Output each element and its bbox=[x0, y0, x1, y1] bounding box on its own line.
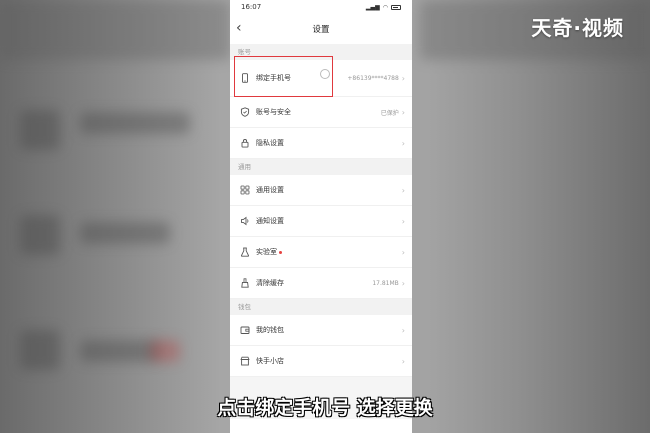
row-label: 账号与安全 bbox=[256, 108, 291, 116]
settings-row-shop[interactable]: 快手小店 › bbox=[230, 346, 412, 377]
back-icon[interactable]: ‹ bbox=[236, 19, 242, 37]
bottom-strip bbox=[230, 419, 412, 433]
settings-row-privacy[interactable]: 隐私设置 › bbox=[230, 128, 412, 159]
speaker-icon bbox=[239, 215, 251, 227]
wifi-icon: ◠ bbox=[382, 3, 388, 11]
phone-screen: 16:07 ▂▄▆ ◠ ‹ 设置 账号 绑定手机号 +86139****4788… bbox=[230, 0, 412, 433]
video-subtitle: 点击绑定手机号 选择更换 bbox=[217, 397, 433, 419]
settings-row-clear-cache[interactable]: 清除缓存 17.81MB › bbox=[230, 268, 412, 299]
row-label: 清除缓存 bbox=[256, 279, 284, 287]
row-label: 快手小店 bbox=[256, 357, 284, 365]
touch-indicator-icon bbox=[320, 69, 330, 79]
chevron-right-icon: › bbox=[401, 73, 405, 83]
row-label: 通知设置 bbox=[256, 217, 284, 225]
shop-icon bbox=[239, 355, 251, 367]
chevron-right-icon: › bbox=[401, 138, 405, 148]
new-dot-badge bbox=[279, 250, 282, 254]
chevron-right-icon: › bbox=[401, 107, 405, 117]
nav-bar: ‹ 设置 bbox=[230, 14, 412, 44]
flask-icon bbox=[239, 246, 251, 258]
chevron-right-icon: › bbox=[401, 216, 405, 226]
watermark: 天奇·视频 bbox=[531, 16, 624, 40]
row-label: 隐私设置 bbox=[256, 139, 284, 147]
settings-row-account-security[interactable]: 账号与安全 已保护 › bbox=[230, 97, 412, 128]
wallet-icon bbox=[239, 324, 251, 336]
chevron-right-icon: › bbox=[401, 247, 405, 257]
settings-row-general[interactable]: 通用设置 › bbox=[230, 175, 412, 206]
row-label: 我的钱包 bbox=[256, 326, 284, 334]
row-label: 绑定手机号 bbox=[256, 74, 291, 82]
status-bar: 16:07 ▂▄▆ ◠ bbox=[230, 0, 412, 14]
page-title: 设置 bbox=[312, 25, 330, 35]
settings-row-bind-phone[interactable]: 绑定手机号 +86139****4788 › bbox=[230, 60, 412, 97]
section-label-account: 账号 bbox=[230, 44, 412, 60]
chevron-right-icon: › bbox=[401, 325, 405, 335]
settings-row-my-wallet[interactable]: 我的钱包 › bbox=[230, 315, 412, 346]
lock-icon bbox=[239, 137, 251, 149]
row-label: 实验室 bbox=[256, 248, 277, 256]
section-label-general: 通用 bbox=[230, 159, 412, 175]
row-value: 已保护 bbox=[380, 109, 399, 117]
chevron-right-icon: › bbox=[401, 185, 405, 195]
row-label: 通用设置 bbox=[256, 186, 284, 194]
chevron-right-icon: › bbox=[401, 278, 405, 288]
row-value: 17.81MB bbox=[372, 279, 399, 287]
shield-icon bbox=[239, 106, 251, 118]
settings-row-notifications[interactable]: 通知设置 › bbox=[230, 206, 412, 237]
phone-icon bbox=[239, 72, 251, 84]
section-label-wallet: 钱包 bbox=[230, 299, 412, 315]
row-value: +86139****4788 bbox=[347, 74, 399, 82]
settings-row-lab[interactable]: 实验室 › bbox=[230, 237, 412, 268]
grid-icon bbox=[239, 184, 251, 196]
chevron-right-icon: › bbox=[401, 356, 405, 366]
battery-icon bbox=[391, 4, 401, 10]
broom-icon bbox=[239, 277, 251, 289]
signal-icon: ▂▄▆ bbox=[365, 3, 380, 11]
status-time: 16:07 bbox=[241, 3, 262, 11]
